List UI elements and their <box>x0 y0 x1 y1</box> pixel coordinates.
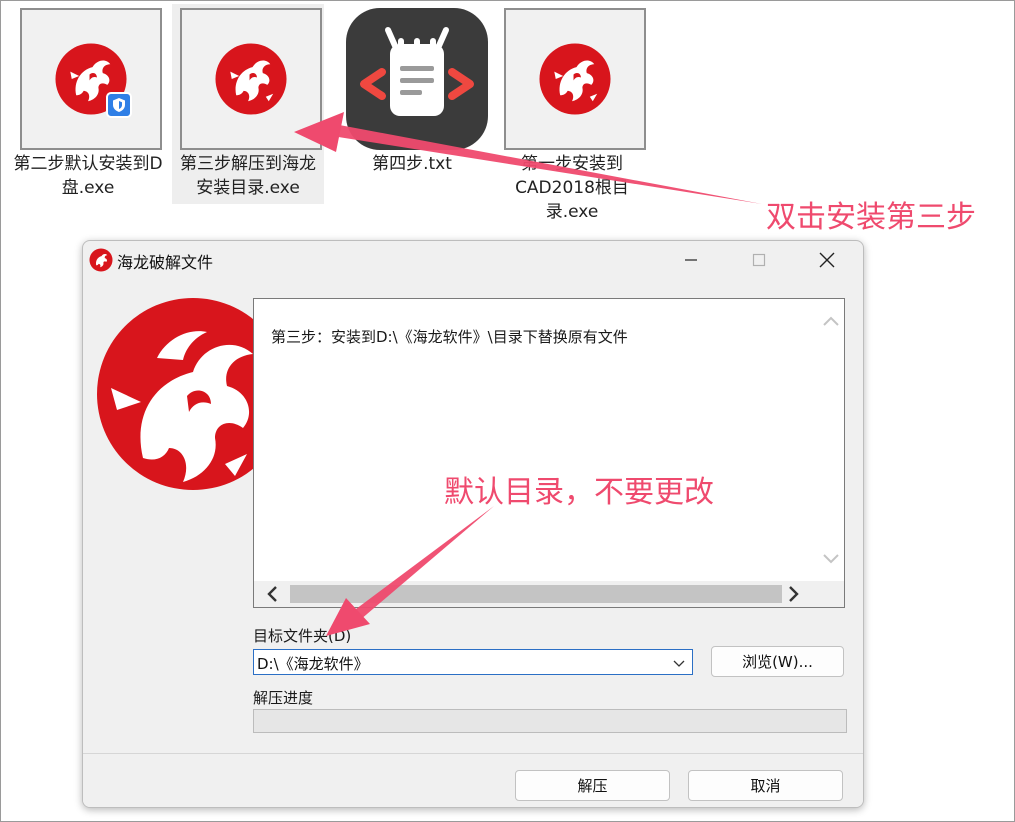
app-icon <box>89 248 113 272</box>
info-text: 第三步：安装到D:\《海龙软件》\目录下替换原有文件 <box>271 328 628 346</box>
extract-dialog: 海龙破解文件 第三步：安装到D:\《海龙软件》\目录下替换原有文件 默认目录，不… <box>82 240 864 808</box>
file-step-two[interactable]: 第二步默认安装到D盘.exe <box>12 4 164 204</box>
dialog-titlebar[interactable]: 海龙破解文件 <box>83 241 863 279</box>
browse-button[interactable]: 浏览(W)... <box>711 646 844 677</box>
target-folder-value: D:\《海龙软件》 <box>257 655 369 673</box>
close-icon <box>819 252 835 268</box>
dialog-footer: 解压 取消 <box>83 753 863 807</box>
file-thumbnail <box>504 8 646 150</box>
dragon-logo-icon <box>538 42 612 116</box>
file-step-three[interactable]: 第三步解压到海龙安装目录.exe <box>172 4 324 204</box>
chevron-up-icon[interactable] <box>821 311 841 331</box>
text-file-icon <box>346 8 488 150</box>
scroll-thumb[interactable] <box>290 585 782 603</box>
vertical-scrollbar[interactable] <box>818 299 844 581</box>
extract-progress-bar <box>253 709 847 733</box>
minimize-button[interactable] <box>657 241 725 279</box>
extract-button[interactable]: 解压 <box>515 770 670 801</box>
chevron-right-icon[interactable] <box>784 585 804 603</box>
progress-label: 解压进度 <box>253 689 314 707</box>
chevron-down-icon[interactable] <box>821 549 841 569</box>
horizontal-scrollbar[interactable] <box>254 581 844 607</box>
cancel-button[interactable]: 取消 <box>688 770 843 801</box>
maximize-button[interactable] <box>725 241 793 279</box>
file-thumbnail <box>20 8 162 150</box>
dir-hint-annotation: 默认目录，不要更改 <box>444 475 714 510</box>
file-label: 第二步默认安装到D盘.exe <box>13 154 163 198</box>
file-step-one[interactable]: 第一步安装到CAD2018根目录.exe <box>496 4 648 222</box>
minimize-icon <box>685 259 697 261</box>
scroll-corner <box>818 581 844 607</box>
shield-icon <box>106 92 132 118</box>
maximize-icon <box>752 253 766 267</box>
file-label: 第三步解压到海龙安装目录.exe <box>180 154 316 198</box>
dragon-logo-icon <box>54 42 132 118</box>
info-textbox[interactable]: 第三步：安装到D:\《海龙软件》\目录下替换原有文件 <box>253 298 845 608</box>
file-label: 第一步安装到CAD2018根目录.exe <box>515 154 629 222</box>
file-label: 第四步.txt <box>372 154 452 174</box>
dragon-logo-icon <box>97 298 255 490</box>
target-folder-label: 目标文件夹(D) <box>253 627 352 645</box>
chevron-down-icon[interactable] <box>672 655 686 674</box>
chevron-left-icon[interactable] <box>262 585 282 603</box>
file-thumbnail <box>180 8 322 150</box>
dialog-title: 海龙破解文件 <box>117 253 214 272</box>
dragon-logo-icon <box>214 42 288 116</box>
close-button[interactable] <box>793 241 861 279</box>
step-hint-annotation: 双击安装第三步 <box>766 200 976 235</box>
target-folder-combo[interactable]: D:\《海龙软件》 <box>253 649 693 675</box>
